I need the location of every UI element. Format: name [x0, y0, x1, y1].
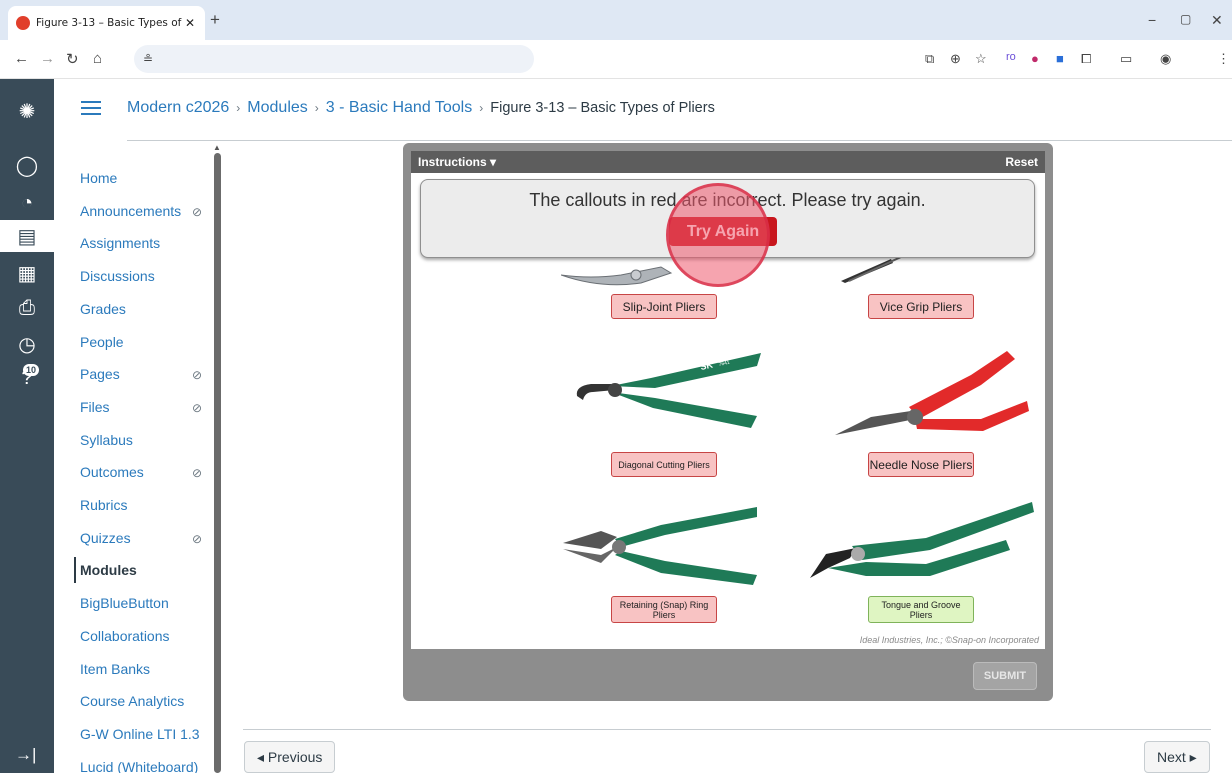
needle-nose-pliers-image [835, 351, 1029, 435]
course-nav-item[interactable]: Home [80, 170, 117, 186]
canvas-favicon-icon [16, 16, 30, 30]
feedback-dialog: The callouts in red are incorrect. Pleas… [420, 179, 1035, 258]
callout-slip-joint-pliers[interactable]: Slip-Joint Pliers [611, 294, 717, 319]
course-nav-item[interactable]: Announcements [80, 203, 181, 219]
footer-divider [243, 729, 1211, 730]
course-nav: Home Announcements ⊘ Assignments Discussions… [54, 141, 224, 773]
dashboard-icon[interactable]: ◔ [7, 187, 47, 219]
hidden-eye-icon: ⊘ [192, 531, 203, 546]
install-app-icon[interactable]: ⧉ [925, 51, 934, 67]
course-nav-item[interactable]: Item Banks [80, 661, 150, 677]
course-nav-item[interactable]: BigBlueButton [80, 595, 169, 611]
header-divider [127, 140, 1232, 141]
course-nav-scrollbar[interactable] [214, 153, 221, 773]
calendar-icon[interactable]: ▦ [7, 257, 47, 289]
course-nav-item[interactable]: Quizzes [80, 530, 131, 546]
course-nav-item[interactable]: Assignments [80, 235, 160, 251]
diagonal-cutting-pliers-image [563, 507, 757, 585]
zoom-icon[interactable]: ⊕ [950, 51, 961, 67]
course-nav-item[interactable]: Pages [80, 366, 120, 382]
collapse-nav-icon[interactable]: →| [15, 745, 36, 765]
retaining-ring-pliers-image: SK 7641 [576, 353, 761, 428]
forward-icon[interactable]: → [40, 50, 55, 67]
course-nav-item[interactable]: Modules [80, 562, 137, 578]
try-again-button[interactable]: Try Again [669, 217, 777, 246]
breadcrumb-separator-icon: › [236, 101, 241, 115]
minimize-icon[interactable]: − [1148, 12, 1156, 28]
hamburger-menu-icon[interactable] [81, 101, 101, 115]
account-icon[interactable]: ◯ [7, 149, 47, 181]
feedback-message: The callouts in red are incorrect. Pleas… [529, 190, 926, 210]
course-nav-item[interactable]: People [80, 334, 124, 350]
breadcrumb-module[interactable]: 3 - Basic Hand Tools [326, 99, 472, 117]
profile-icon[interactable]: ◉ [1160, 51, 1171, 67]
history-icon[interactable]: ◷ [7, 328, 47, 360]
callout-vice-grip-pliers[interactable]: Vice Grip Pliers [868, 294, 974, 319]
breadcrumb-separator-icon: › [479, 101, 484, 115]
breadcrumb-current: Figure 3-13 – Basic Types of Pliers [490, 100, 715, 116]
help-badge: 10 [22, 364, 39, 376]
home-icon[interactable]: ⌂ [93, 50, 102, 67]
extension-blue-icon[interactable]: ■ [1056, 51, 1064, 66]
instructions-toggle[interactable]: Instructions ▾ [418, 155, 496, 169]
tab-close-icon[interactable]: ✕ [183, 16, 197, 30]
next-button[interactable]: Next ▸ [1144, 741, 1210, 773]
browser-tab-title: Figure 3-13 – Basic Types of Plie [36, 17, 183, 29]
breadcrumb: Modern c2026 › Modules › 3 - Basic Hand … [127, 99, 715, 117]
hidden-eye-icon: ⊘ [192, 204, 203, 219]
breadcrumb-modules[interactable]: Modules [247, 99, 307, 117]
course-nav-item[interactable]: Rubrics [80, 497, 127, 513]
courses-icon[interactable]: ▤ [0, 220, 54, 252]
active-nav-indicator [74, 557, 76, 583]
global-nav: ✺ ◯ ◔ ▤ ▦ ⎙ ◷ ? 10 →| [0, 79, 54, 773]
slip-joint-pliers-image [561, 266, 673, 286]
browser-menu-icon[interactable]: ⋮ [1217, 51, 1230, 67]
course-nav-item[interactable]: Discussions [80, 268, 155, 284]
callout-retaining-ring-pliers[interactable]: Retaining (Snap) Ring Pliers [611, 596, 717, 623]
reading-list-icon[interactable]: ▭ [1120, 51, 1132, 67]
submit-button[interactable]: SUBMIT [973, 662, 1037, 690]
course-nav-item[interactable]: Lucid (Whiteboard) [80, 759, 198, 773]
scroll-up-icon[interactable]: ▲ [213, 143, 221, 152]
site-info-icon[interactable]: ≗ [143, 52, 153, 66]
restore-icon[interactable]: ▢ [1180, 12, 1191, 26]
new-tab-icon[interactable]: + [210, 11, 220, 28]
extensions-puzzle-icon[interactable]: ⧠ [1081, 51, 1091, 67]
course-nav-item[interactable]: Files [80, 399, 110, 415]
help-icon[interactable]: ? 10 [7, 362, 47, 394]
browser-tab[interactable]: Figure 3-13 – Basic Types of Plie ✕ [8, 6, 205, 40]
breadcrumb-separator-icon: › [314, 101, 319, 115]
callout-needle-nose-pliers[interactable]: Needle Nose Pliers [868, 452, 974, 477]
window-close-icon[interactable]: ✕ [1211, 12, 1223, 29]
callout-tongue-and-groove-pliers[interactable]: Tongue and Groove Pliers [868, 596, 974, 623]
course-nav-item[interactable]: Outcomes [80, 464, 144, 480]
callout-diagonal-cutting-pliers[interactable]: Diagonal Cutting Pliers [611, 452, 717, 477]
image-credit: Ideal Industries, Inc.; ©Snap-on Incorpo… [859, 635, 1039, 645]
browser-toolbar: ← → ↻ ⌂ ≗ ⧉ ⊕ ☆ ro ● ■ ⧠ ▭ ◉ ⋮ [0, 40, 1232, 79]
browser-tab-bar: Figure 3-13 – Basic Types of Plie ✕ + − … [0, 0, 1232, 40]
canvas-logo-icon[interactable]: ✺ [7, 95, 47, 127]
reload-icon[interactable]: ↻ [66, 50, 79, 68]
course-nav-item[interactable]: Collaborations [80, 628, 170, 644]
bookmark-star-icon[interactable]: ☆ [975, 51, 987, 67]
previous-button[interactable]: ◂ Previous [244, 741, 336, 773]
inbox-icon[interactable]: ⎙ [7, 292, 47, 324]
page-header: Modern c2026 › Modules › 3 - Basic Hand … [54, 79, 1232, 141]
extension-ro-icon[interactable]: ro [1006, 51, 1016, 63]
activity-toolbar: Instructions ▾ Reset [411, 151, 1045, 173]
hidden-eye-icon: ⊘ [192, 466, 203, 481]
course-nav-item[interactable]: G-W Online LTI 1.3 [80, 726, 200, 742]
reset-button[interactable]: Reset [1005, 155, 1038, 169]
hidden-eye-icon: ⊘ [192, 368, 203, 383]
extension-pink-icon[interactable]: ● [1031, 51, 1039, 66]
course-nav-item[interactable]: Syllabus [80, 432, 133, 448]
address-bar[interactable]: ≗ [134, 45, 534, 73]
back-icon[interactable]: ← [14, 50, 29, 67]
breadcrumb-course[interactable]: Modern c2026 [127, 99, 229, 117]
tongue-and-groove-pliers-image [810, 502, 1034, 578]
hidden-eye-icon: ⊘ [192, 400, 203, 415]
course-nav-item[interactable]: Grades [80, 301, 126, 317]
course-nav-item[interactable]: Course Analytics [80, 693, 184, 709]
